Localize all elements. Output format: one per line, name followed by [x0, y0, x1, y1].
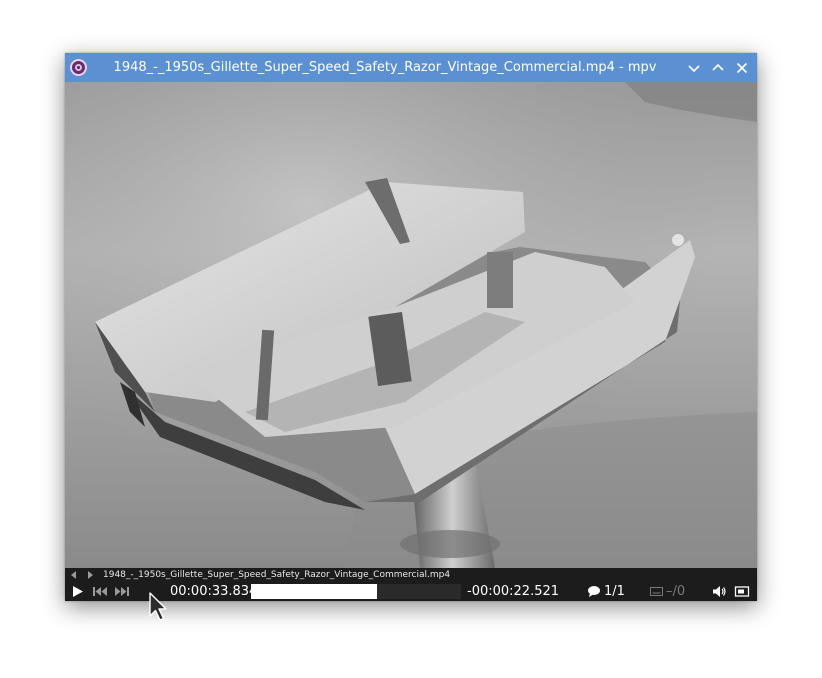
- window-title: 1948_-_1950s_Gillette_Super_Speed_Safety…: [113, 60, 657, 75]
- maximize-icon[interactable]: [709, 59, 727, 77]
- close-icon[interactable]: [733, 59, 751, 77]
- transport-row: 00:00:33.834 -00:00:22.521 1/1 –/0: [65, 582, 757, 601]
- skip-forward-icon[interactable]: [114, 583, 130, 600]
- volume-icon[interactable]: [711, 583, 727, 600]
- fullscreen-icon[interactable]: [734, 583, 750, 600]
- seek-bar-progress: [251, 584, 377, 599]
- mpv-app-icon[interactable]: [70, 59, 87, 76]
- media-filename[interactable]: 1948_-_1950s_Gillette_Super_Speed_Safety…: [103, 568, 450, 582]
- remaining-time[interactable]: -00:00:22.521: [467, 582, 559, 601]
- play-icon[interactable]: [71, 583, 85, 600]
- playlist-row: 1948_-_1950s_Gillette_Super_Speed_Safety…: [65, 568, 757, 582]
- minimize-icon[interactable]: [685, 59, 703, 77]
- skip-back-icon[interactable]: [92, 583, 108, 600]
- speech-bubble-icon[interactable]: [587, 583, 601, 600]
- triangle-right-icon[interactable]: [84, 568, 96, 582]
- on-screen-controller: 1948_-_1950s_Gillette_Super_Speed_Safety…: [65, 568, 757, 601]
- triangle-left-icon[interactable]: [68, 568, 80, 582]
- mpv-window: 1948_-_1950s_Gillette_Super_Speed_Safety…: [65, 53, 757, 601]
- elapsed-time[interactable]: 00:00:33.834: [170, 582, 257, 601]
- subtitle-track-count[interactable]: 1/1: [604, 582, 625, 601]
- audio-track-count[interactable]: –/0: [666, 582, 685, 601]
- video-image: [65, 82, 757, 568]
- subtitle-box-icon[interactable]: [649, 583, 665, 600]
- video-frame[interactable]: [65, 82, 757, 568]
- title-bar[interactable]: 1948_-_1950s_Gillette_Super_Speed_Safety…: [65, 53, 757, 82]
- seek-bar[interactable]: [251, 584, 461, 599]
